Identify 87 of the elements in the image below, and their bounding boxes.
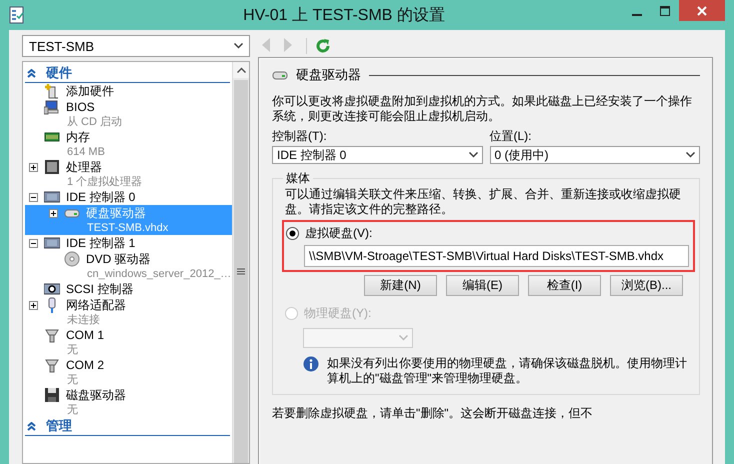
item-detail: 未连接	[66, 313, 101, 327]
scroll-thumb[interactable]	[234, 80, 248, 463]
chevron-down-icon	[468, 152, 478, 158]
controller-card-icon	[44, 189, 60, 205]
tree-item[interactable]: 添加硬件	[25, 83, 232, 99]
group-title: 媒体	[285, 170, 311, 187]
scsi-card-icon	[44, 281, 60, 297]
chevron-down-icon	[234, 43, 243, 49]
radio-label: 虚拟硬盘(V):	[305, 224, 372, 242]
item-label: SCSI 控制器	[66, 280, 134, 298]
radio-button[interactable]	[286, 226, 299, 240]
serial-port-icon	[44, 357, 60, 373]
tree-item[interactable]: 磁盘驱动器 无	[25, 387, 232, 417]
item-detail: cn_windows_server_2012_…	[86, 267, 232, 281]
chevron-down-icon	[399, 335, 408, 341]
tree-item[interactable]: 网络适配器 未连接	[25, 297, 232, 327]
item-label: 处理器	[66, 158, 102, 176]
tree-item[interactable]: COM 2 无	[25, 357, 232, 387]
tree-item[interactable]: SCSI 控制器	[25, 281, 232, 297]
item-detail: 从 CD 启动	[66, 115, 123, 129]
info-icon	[303, 356, 319, 372]
minimize-icon	[632, 14, 642, 16]
controller-dropdown[interactable]: IDE 控制器 0	[272, 146, 482, 164]
grip-icon	[237, 268, 245, 275]
item-label: COM 1	[66, 328, 104, 342]
item-detail: 1 个虚拟处理器	[66, 175, 144, 189]
item-label: IDE 控制器 1	[66, 234, 136, 252]
maximize-icon	[660, 6, 670, 16]
footer-text: 若要删除虚拟硬盘，请单击"删除"。这会断开磁盘连接，但不	[272, 405, 594, 422]
action-button[interactable]: 新建(N)	[364, 275, 437, 296]
action-button[interactable]: 检查(I)	[528, 275, 601, 296]
path-field[interactable]: \\SMB\VM-Stroage\TEST-SMB\Virtual Hard Disks\TEST-SMB.vhdx	[304, 245, 689, 267]
scroll-up-icon	[236, 67, 246, 73]
field-label: 位置(L):	[490, 128, 532, 145]
location-dropdown[interactable]: 0 (使用中)	[490, 146, 700, 164]
tree-item[interactable]: IDE 控制器 1	[25, 235, 232, 251]
settings-document-icon	[9, 6, 25, 24]
radio-label: 物理硬盘(Y):	[304, 304, 372, 322]
vm-dropdown[interactable]: TEST-SMB	[22, 35, 250, 57]
tree-item[interactable]: IDE 控制器 0	[25, 189, 232, 205]
item-detail: 无	[66, 343, 79, 357]
action-button[interactable]: 编辑(E)	[446, 275, 519, 296]
tree-item[interactable]: BIOS 从 CD 启动	[25, 99, 232, 129]
tree-item[interactable]: 处理器 1 个虚拟处理器	[25, 159, 232, 189]
close-icon	[697, 6, 707, 16]
refresh-button[interactable]	[315, 38, 331, 54]
item-label: 内存	[66, 128, 90, 146]
section-title: 硬盘驱动器	[296, 66, 361, 84]
window-title: HV-01 上 TEST-SMB 的设置	[242, 6, 446, 26]
collapse-icon[interactable]	[29, 238, 38, 248]
expand-icon[interactable]	[49, 208, 58, 218]
close-button[interactable]	[679, 0, 725, 21]
scrollbar[interactable]	[232, 62, 249, 463]
info-text: 如果没有列出你要使用的物理硬盘，请确保该磁盘脱机。使用物理计算机上的"磁盘管理"来管理物理硬盘。	[327, 356, 688, 386]
item-label: COM 2	[66, 358, 104, 372]
item-label: 磁盘驱动器	[66, 386, 126, 404]
processor-icon	[44, 159, 60, 175]
expand-icon[interactable]	[29, 300, 38, 310]
computer-icon	[44, 99, 60, 115]
tree-item[interactable]: 内存 614 MB	[25, 129, 232, 159]
description-text: 可以通过编辑关联文件来压缩、转换、扩展、合并、重新连接或收缩虚拟硬盘。请指定该文件的完整路径。	[285, 187, 682, 217]
tree-item[interactable]: COM 1 无	[25, 327, 232, 357]
action-button[interactable]: 浏览(B)...	[610, 275, 683, 296]
item-detail: 614 MB	[66, 145, 106, 159]
controller-card-icon	[44, 235, 60, 251]
item-detail: 无	[66, 403, 79, 417]
item-label: 硬盘驱动器	[86, 204, 146, 222]
collapse-chevrons-icon[interactable]	[27, 68, 36, 78]
add-hardware-icon	[44, 83, 60, 99]
tree-item[interactable]: DVD 驱动器 cn_windows_server_2012_…	[25, 251, 232, 281]
item-detail: TEST-SMB.vhdx	[86, 221, 170, 235]
item-detail: 无	[66, 373, 79, 387]
description-text: 你可以更改将虚拟硬盘附加到虚拟机的方式。如果此磁盘上已经安装了一个操作系统，则更改连接可能会阻止虚拟机启动。	[272, 94, 693, 124]
section-header[interactable]: 硬件	[46, 64, 72, 82]
item-label: 添加硬件	[66, 82, 114, 100]
item-label: IDE 控制器 0	[66, 188, 136, 206]
collapse-icon[interactable]	[29, 192, 38, 202]
collapse-chevrons-icon[interactable]	[27, 422, 36, 430]
section-header[interactable]: 管理	[46, 417, 72, 435]
expand-icon[interactable]	[29, 162, 38, 172]
chevron-down-icon	[686, 152, 695, 158]
item-label: BIOS	[66, 100, 95, 114]
field-label: 控制器(T):	[272, 128, 328, 145]
item-label: DVD 驱动器	[86, 250, 151, 268]
disc-icon	[64, 251, 80, 267]
serial-port-icon	[44, 327, 60, 343]
item-label: 网络适配器	[66, 296, 126, 314]
